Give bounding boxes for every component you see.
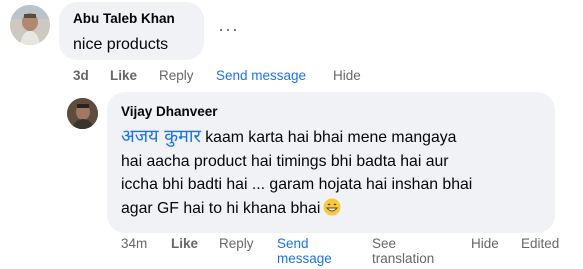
hide-button[interactable]: Hide bbox=[471, 236, 499, 251]
hide-button[interactable]: Hide bbox=[333, 68, 361, 83]
comment-text-line: agar GF hai to hi khana bhai bbox=[121, 197, 557, 221]
avatar-photo bbox=[10, 5, 50, 45]
comment-author[interactable]: Vijay Dhanveer bbox=[121, 104, 218, 119]
comment-text: अजय कुमार kaam karta hai bhai mene manga… bbox=[121, 125, 557, 220]
like-button[interactable]: Like bbox=[171, 236, 198, 251]
ellipsis-icon[interactable]: ··· bbox=[218, 19, 239, 40]
comment-author[interactable]: Abu Taleb Khan bbox=[73, 11, 175, 26]
comment-timestamp[interactable]: 34m bbox=[121, 236, 147, 251]
mention-link[interactable]: अजय कुमार bbox=[121, 126, 201, 147]
like-button[interactable]: Like bbox=[110, 68, 137, 83]
reply-button[interactable]: Reply bbox=[219, 236, 254, 251]
comment-text-line: iccha bhi badti hai ... garam hojata hai… bbox=[121, 176, 473, 193]
comment-text-line: अजय कुमार kaam karta hai bhai mene manga… bbox=[121, 126, 457, 147]
reply-button[interactable]: Reply bbox=[159, 68, 194, 83]
send-message-button[interactable]: Send message bbox=[216, 68, 306, 83]
comment-text-line: hai aacha product hai timings bhi badta … bbox=[121, 152, 449, 170]
grinning-face-emoji-icon bbox=[323, 198, 341, 216]
avatar-photo bbox=[67, 98, 98, 129]
comment-timestamp[interactable]: 3d bbox=[73, 68, 89, 83]
send-message-button[interactable]: Send message bbox=[277, 236, 347, 266]
comment-text: nice products bbox=[73, 36, 169, 53]
avatar[interactable] bbox=[67, 98, 98, 129]
avatar[interactable] bbox=[10, 5, 50, 45]
see-translation-button[interactable]: See translation bbox=[372, 236, 452, 266]
edited-label[interactable]: Edited bbox=[521, 236, 559, 251]
